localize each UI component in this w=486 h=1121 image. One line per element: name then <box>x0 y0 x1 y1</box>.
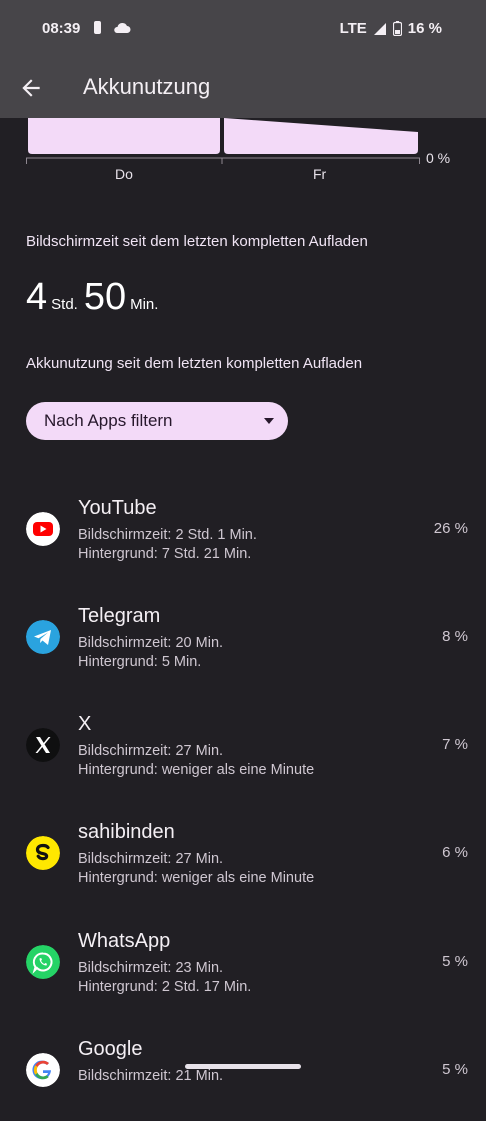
screen-time-hours: 4 <box>26 276 48 318</box>
screen-time-minutes-unit: Min. <box>130 296 159 313</box>
network-label: LTE <box>339 20 367 37</box>
app-row-sahibinden[interactable]: sahibinden Bildschirmzeit: 27 Min. Hinte… <box>0 814 486 904</box>
app-background-time: Hintergrund: 5 Min. <box>78 654 202 670</box>
screen-time-label: Bildschirmzeit seit dem letzten komplett… <box>26 233 368 250</box>
app-row-google[interactable]: Google Bildschirmzeit: 21 Min. 5 % <box>0 1031 486 1121</box>
status-right: LTE 16 % <box>340 20 442 37</box>
status-time: 08:39 <box>42 20 81 37</box>
page-title: Akkunutzung <box>83 74 211 99</box>
app-background-time: Hintergrund: 2 Std. 17 Min. <box>78 979 252 995</box>
app-screen-time: Bildschirmzeit: 21 Min. <box>78 1068 224 1084</box>
x-logo-icon <box>26 728 60 762</box>
whatsapp-icon <box>26 945 60 979</box>
cloud-icon <box>114 22 131 33</box>
app-percent: 5 % <box>442 953 468 970</box>
app-percent: 8 % <box>442 628 468 645</box>
app-background-time: Hintergrund: weniger als eine Minute <box>78 870 315 886</box>
app-row-whatsapp[interactable]: WhatsApp Bildschirmzeit: 23 Min. Hinterg… <box>0 923 486 1013</box>
status-bar: 08:39 LTE 16 % <box>0 0 486 58</box>
signal-icon <box>373 22 386 35</box>
app-name: sahibinden <box>78 821 175 843</box>
chart-area-do <box>28 118 220 154</box>
app-screen-time: Bildschirmzeit: 20 Min. <box>78 635 224 651</box>
chart-day-label: Fr <box>313 166 327 182</box>
app-name: X <box>78 713 92 735</box>
chart-area-fr <box>224 118 418 154</box>
gesture-nav-handle[interactable] <box>185 1064 301 1069</box>
youtube-icon <box>26 512 60 546</box>
app-row-telegram[interactable]: Telegram Bildschirmzeit: 20 Min. Hinterg… <box>0 598 486 688</box>
app-screen-time: Bildschirmzeit: 2 Std. 1 Min. <box>78 527 257 543</box>
app-name: WhatsApp <box>78 930 171 952</box>
app-filter-dropdown[interactable]: Nach Apps filtern <box>26 402 288 440</box>
battery-small-icon <box>94 21 101 34</box>
app-row-youtube[interactable]: YouTube Bildschirmzeit: 2 Std. 1 Min. Hi… <box>0 490 486 580</box>
app-row-x[interactable]: X Bildschirmzeit: 27 Min. Hintergrund: w… <box>0 706 486 796</box>
back-arrow-icon[interactable] <box>18 75 44 101</box>
app-screen-time: Bildschirmzeit: 27 Min. <box>78 851 224 867</box>
chart-zero-label: 0 % <box>426 150 451 166</box>
app-name: Google <box>78 1038 143 1060</box>
chart-day-label: Do <box>115 166 133 182</box>
google-icon <box>26 1053 60 1087</box>
battery-icon <box>392 21 402 36</box>
screen-time-hours-unit: Std. <box>51 296 78 313</box>
app-background-time: Hintergrund: weniger als eine Minute <box>78 762 315 778</box>
app-screen-time: Bildschirmzeit: 27 Min. <box>78 743 224 759</box>
app-bar: Akkunutzung <box>0 58 486 118</box>
filter-label: Nach Apps filtern <box>44 411 173 430</box>
sahibinden-icon <box>26 836 60 870</box>
app-percent: 26 % <box>433 520 468 537</box>
app-name: YouTube <box>78 497 157 519</box>
screen-time-value: 4 Std. 50 Min. <box>26 276 164 319</box>
telegram-icon <box>26 620 60 654</box>
battery-percent: 16 % <box>407 20 442 37</box>
app-background-time: Hintergrund: 7 Std. 21 Min. <box>78 546 252 562</box>
battery-usage-label: Akkunutzung seit dem letzten kompletten … <box>26 355 363 372</box>
app-percent: 7 % <box>442 736 468 753</box>
screen-time-minutes: 50 <box>83 276 127 318</box>
app-percent: 6 % <box>442 844 468 861</box>
app-name: Telegram <box>78 605 161 627</box>
battery-chart <box>26 118 420 164</box>
app-percent: 5 % <box>442 1061 468 1078</box>
dropdown-caret-icon <box>264 418 274 424</box>
app-screen-time: Bildschirmzeit: 23 Min. <box>78 960 224 976</box>
